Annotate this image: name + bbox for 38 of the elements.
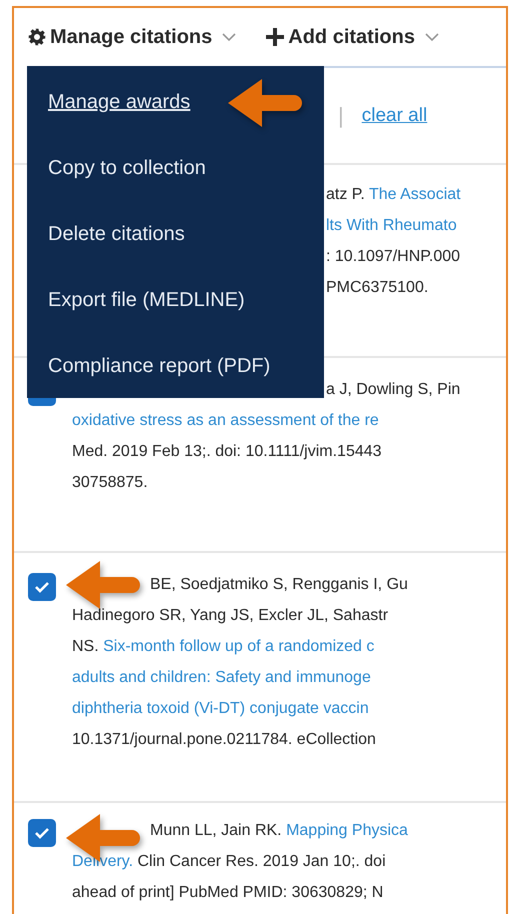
chevron-down-icon (424, 32, 439, 42)
chevron-down-icon (222, 32, 236, 42)
citation-text: Hadinegoro SR, Yang JS, Excler JL, Sahastr (72, 606, 388, 626)
citation-text: NS. Six-month follow up of a randomized c (72, 637, 374, 657)
settings-icon (28, 28, 46, 46)
citation-link[interactable]: Delivery. (72, 853, 134, 870)
menu-item[interactable]: Delete citations (48, 220, 185, 248)
plus-icon (266, 28, 284, 46)
checkbox[interactable] (28, 819, 56, 847)
menu-item[interactable]: Compliance report (PDF) (48, 352, 270, 380)
citation-text: Munn LL, Jain RK. Mapping Physica (150, 821, 408, 841)
citation-link[interactable]: oxidative stress as an assessment of the re (72, 412, 379, 429)
citation-link[interactable]: diphtheria toxoid (Vi-DT) conjugate vaccin (72, 700, 369, 717)
citation-link[interactable]: Mapping Physica (286, 822, 408, 839)
citation-link[interactable]: The Associat (369, 186, 461, 203)
checkmark-icon (34, 581, 50, 593)
citation-text: PMC6375100. (326, 278, 428, 298)
citation-link[interactable]: adults and children: Safety and immunoge (72, 669, 371, 686)
citation-text: atz P. The Associat (326, 185, 461, 205)
menu-item[interactable]: Copy to collection (48, 154, 206, 182)
citation-text: Med. 2019 Feb 13;. doi: 10.1111/jvim.15443 (72, 442, 382, 462)
menu-item[interactable]: Export file (MEDLINE) (48, 286, 245, 314)
citation-text: ahead of print] PubMed PMID: 30630829; N (72, 883, 384, 903)
citation-text: : 10.1097/HNP.000 (326, 247, 460, 267)
citation-text: BE, Soedjatmiko S, Rengganis I, Gu (150, 575, 408, 595)
menu-item[interactable]: Manage awards (48, 88, 190, 116)
citation-text: 10.1371/journal.pone.0211784. eCollection (72, 730, 376, 750)
checkmark-icon (34, 827, 50, 839)
citation-link[interactable]: Six-month follow up of a randomized c (103, 638, 374, 655)
checkbox[interactable] (28, 573, 56, 601)
separator-text: | (338, 102, 344, 128)
citation-text: Delivery. Clin Cancer Res. 2019 Jan 10;. doi (72, 852, 386, 872)
clear-all-link[interactable]: clear all (362, 104, 428, 126)
toolbar-menu-button[interactable]: Manage citations (28, 26, 236, 48)
toolbar-menu-button[interactable]: Add citations (266, 26, 439, 48)
citation-text: a J, Dowling S, Pin (326, 380, 460, 400)
citation-link[interactable]: lts With Rheumato (326, 217, 457, 234)
citation-text: 30758875. (72, 473, 148, 493)
